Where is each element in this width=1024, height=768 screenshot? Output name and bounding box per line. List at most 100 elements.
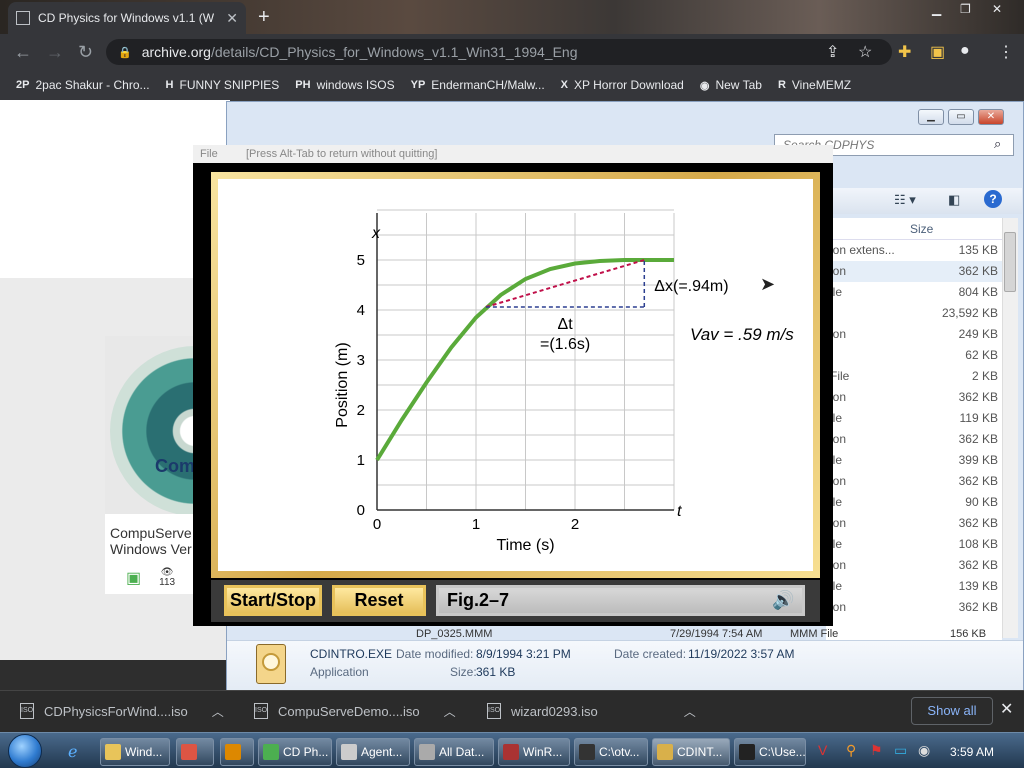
start-button[interactable] — [8, 734, 42, 768]
show-all-button[interactable]: Show all — [911, 697, 993, 725]
tray-flag-icon[interactable]: ⚑ — [870, 742, 883, 759]
tray-v-icon[interactable]: V — [818, 742, 827, 758]
taskbar-item[interactable]: C:\Use... — [734, 738, 806, 766]
bookmark-item[interactable]: YP EndermanCH/Malw... — [411, 78, 545, 92]
forward-icon[interactable]: → — [46, 42, 64, 63]
bookmark-item[interactable]: PH windows ISOS — [295, 78, 394, 92]
file-row[interactable]: ion extens... 135 KB — [826, 240, 1002, 261]
address-bar[interactable]: 🔒 archive.org/details/CD_Physics_for_Win… — [106, 39, 892, 65]
file-row[interactable]: ile 108 KB — [826, 534, 1002, 555]
browser-tab[interactable]: CD Physics for Windows v1.1 (W ✕ — [8, 2, 246, 34]
taskbar-app-icon — [263, 744, 279, 760]
speaker-icon[interactable]: 🔊 — [772, 590, 794, 611]
download-item[interactable]: ISO CDPhysicsForWind....iso ︿ — [20, 690, 224, 732]
file-menu[interactable]: File — [200, 145, 218, 163]
bookmark-item[interactable]: H FUNNY SNIPPIES — [166, 78, 280, 92]
taskbar-item[interactable]: WinR... — [498, 738, 570, 766]
views-count: 👁 113 — [159, 567, 176, 588]
taskbar-app-icon — [579, 744, 595, 760]
profile-icon[interactable]: ● — [960, 42, 970, 60]
ie-icon[interactable]: ℯ — [68, 742, 77, 762]
reset-button[interactable]: Reset — [332, 585, 426, 616]
clock-icon — [262, 653, 280, 671]
file-row[interactable]: ion 362 KB — [826, 597, 1002, 618]
scrollbar-thumb[interactable] — [1004, 232, 1016, 292]
taskbar-item[interactable]: Wind... — [100, 738, 170, 766]
detail-file-type: Application — [310, 665, 369, 679]
taskbar-item[interactable]: CD Ph... — [258, 738, 332, 766]
file-row[interactable]: ile 139 KB — [826, 576, 1002, 597]
explorer-minimize-icon[interactable]: ▁ — [918, 109, 944, 125]
star-icon[interactable]: ☆ — [858, 42, 872, 62]
file-row[interactable]: ion 362 KB — [826, 555, 1002, 576]
taskbar-app-icon — [225, 744, 241, 760]
minimize-icon[interactable]: ▁ — [932, 2, 941, 16]
bookmark-item[interactable]: 2P 2pac Shakur - Chro... — [16, 78, 150, 92]
tray-volume-icon[interactable]: ◉ — [918, 742, 930, 759]
detail-size-label: Size: — [450, 665, 477, 679]
chevron-up-icon[interactable]: ︿ — [444, 703, 456, 720]
detail-file-name: CDINTRO.EXE — [310, 647, 393, 661]
search-icon[interactable]: ⌕ — [994, 136, 1001, 152]
average-velocity-label: Vav = .59 m/s — [690, 325, 794, 344]
taskbar-item[interactable]: C:\otv... — [574, 738, 648, 766]
figure-label: Fig.2–7 — [436, 585, 805, 616]
taskbar-item[interactable]: CDINT... — [652, 738, 730, 766]
file-row[interactable]: ion 249 KB — [826, 324, 1002, 345]
y-tick-label: 4 — [357, 302, 365, 319]
taskbar-item[interactable] — [220, 738, 254, 766]
sidebar-icon[interactable]: ▣ — [930, 42, 945, 62]
taskbar-item[interactable] — [176, 738, 214, 766]
chevron-up-icon[interactable]: ︿ — [684, 703, 696, 720]
file-row[interactable]: ion 362 KB — [826, 513, 1002, 534]
menu-icon[interactable]: ⋮ — [998, 42, 1014, 62]
download-item[interactable]: ISO wizard0293.iso ︿ — [487, 690, 696, 732]
download-item[interactable]: ISO CompuServeDemo....iso ︿ — [254, 690, 456, 732]
x-tick-label: 0 — [373, 516, 381, 533]
file-row[interactable]: ile 804 KB — [826, 282, 1002, 303]
detail-created-label: Date created: — [614, 647, 687, 661]
size-column-header[interactable]: Size — [826, 218, 1002, 240]
file-row[interactable]: File 2 KB — [826, 366, 1002, 387]
tray-search-icon[interactable]: ⚲ — [846, 742, 856, 759]
views-icon[interactable]: ☷ ▾ — [894, 192, 916, 208]
bookmark-item[interactable]: R VineMEMZ — [778, 78, 851, 92]
file-row[interactable]: ile 119 KB — [826, 408, 1002, 429]
taskbar-app-icon — [105, 744, 121, 760]
close-window-icon[interactable]: ✕ — [992, 2, 1002, 16]
file-row[interactable]: ile 399 KB — [826, 450, 1002, 471]
page-icon — [16, 11, 30, 25]
bookmark-item[interactable]: ◉ New Tab — [700, 78, 762, 92]
help-icon[interactable]: ? — [984, 190, 1002, 208]
chevron-up-icon[interactable]: ︿ — [212, 703, 224, 720]
file-row[interactable]: ion 362 KB — [826, 387, 1002, 408]
bookmark-label: windows ISOS — [316, 78, 395, 92]
taskbar-item-label: C:\Use... — [759, 745, 806, 759]
file-row[interactable]: ile 90 KB — [826, 492, 1002, 513]
close-tab-icon[interactable]: ✕ — [226, 10, 238, 27]
file-row[interactable]: ion 362 KB — [826, 471, 1002, 492]
explorer-close-icon[interactable]: ✕ — [978, 109, 1004, 125]
tray-monitor-icon[interactable]: ▭ — [894, 742, 907, 759]
share-icon[interactable]: ⇪ — [826, 42, 839, 62]
file-row[interactable]: ion 362 KB — [826, 261, 1002, 282]
bookmark-item[interactable]: X XP Horror Download — [561, 78, 684, 92]
taskbar-item[interactable]: Agent... — [336, 738, 410, 766]
new-tab-button[interactable]: + — [258, 6, 270, 29]
clock[interactable]: 3:59 AM — [950, 740, 994, 764]
back-icon[interactable]: ← — [14, 42, 32, 63]
start-stop-button[interactable]: Start/Stop — [224, 585, 322, 616]
taskbar-item[interactable]: All Dat... — [414, 738, 494, 766]
explorer-maximize-icon[interactable]: ▭ — [948, 109, 974, 125]
taskbar-item-label: C:\otv... — [599, 745, 640, 759]
file-row-partial[interactable]: DP_0325.MMM 7/29/1994 7:54 AM MMM File 1… — [410, 628, 1000, 640]
file-row[interactable]: ion 362 KB — [826, 429, 1002, 450]
file-row[interactable]: 23,592 KB — [826, 303, 1002, 324]
extensions-icon[interactable]: ✚ — [898, 42, 911, 62]
preview-pane-icon[interactable]: ◧ — [948, 192, 960, 208]
close-shelf-icon[interactable]: ✕ — [1000, 699, 1013, 719]
reload-icon[interactable]: ↻ — [78, 42, 93, 63]
restore-icon[interactable]: ❐ — [960, 2, 971, 16]
save-icon[interactable]: ▣ — [126, 568, 141, 588]
file-row[interactable]: 62 KB — [826, 345, 1002, 366]
